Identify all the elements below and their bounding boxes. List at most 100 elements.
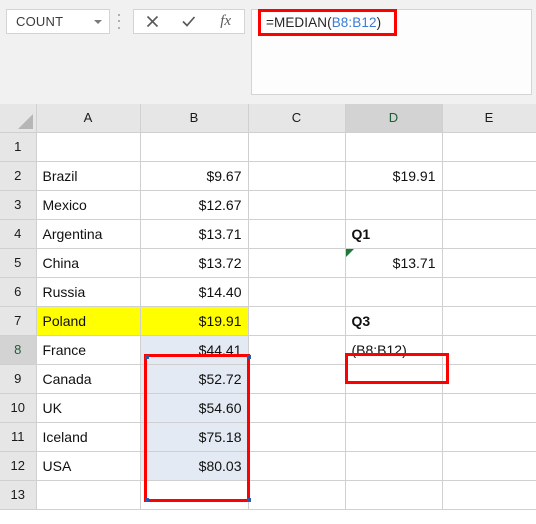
name-box[interactable]: COUNT <box>6 9 110 34</box>
select-all-button[interactable] <box>0 104 37 133</box>
cell-b9[interactable]: $52.72 <box>140 364 249 394</box>
cell-d13[interactable] <box>345 480 443 510</box>
cell-a4[interactable]: Argentina <box>36 219 141 249</box>
cell-a12[interactable]: USA <box>36 451 141 481</box>
cell-d5[interactable]: $13.71 <box>345 248 443 278</box>
cell-b4-text: $13.71 <box>198 225 242 242</box>
cell-b5[interactable]: $13.72 <box>140 248 249 278</box>
cell-b4[interactable]: $13.71 <box>140 219 249 249</box>
cell-b11[interactable]: $75.18 <box>140 422 249 452</box>
cell-a5[interactable]: China <box>36 248 141 278</box>
cell-e13[interactable] <box>442 480 536 510</box>
row-header-2[interactable]: 2 <box>0 161 37 191</box>
cell-b13[interactable] <box>140 480 249 510</box>
cell-e12[interactable] <box>442 451 536 481</box>
cell-c10[interactable] <box>248 393 346 423</box>
cell-e3[interactable] <box>442 190 536 220</box>
row-header-13[interactable]: 13 <box>0 480 37 510</box>
row-header-3[interactable]: 3 <box>0 190 37 220</box>
cell-b1[interactable] <box>140 132 249 162</box>
cell-c13[interactable] <box>248 480 346 510</box>
cell-b2[interactable]: $9.67 <box>140 161 249 191</box>
row-header-1[interactable]: 1 <box>0 132 37 162</box>
cell-d9[interactable] <box>345 364 443 394</box>
row-header-11[interactable]: 11 <box>0 422 37 452</box>
cell-e4[interactable] <box>442 219 536 249</box>
cell-e7[interactable] <box>442 306 536 336</box>
cell-d8[interactable]: (B8:B12) <box>345 335 443 365</box>
cell-b7[interactable]: $19.91 <box>140 306 249 336</box>
cell-a3[interactable]: Mexico <box>36 190 141 220</box>
row-header-4[interactable]: 4 <box>0 219 37 249</box>
cell-b3[interactable]: $12.67 <box>140 190 249 220</box>
fx-insert-function-icon[interactable]: fx <box>211 10 241 33</box>
cell-d6[interactable] <box>345 277 443 307</box>
column-header-e[interactable]: E <box>442 104 536 133</box>
cell-a9[interactable]: Canada <box>36 364 141 394</box>
row-header-12[interactable]: 12 <box>0 451 37 481</box>
cell-c11[interactable] <box>248 422 346 452</box>
cell-c6[interactable] <box>248 277 346 307</box>
cell-c5[interactable] <box>248 248 346 278</box>
cell-a7[interactable]: Poland <box>36 306 141 336</box>
cell-e6[interactable] <box>442 277 536 307</box>
cell-d12[interactable] <box>345 451 443 481</box>
cell-a2[interactable]: Brazil <box>36 161 141 191</box>
cell-d10[interactable] <box>345 393 443 423</box>
column-header-d[interactable]: D <box>345 104 443 133</box>
cell-a11[interactable]: Iceland <box>36 422 141 452</box>
cell-d4[interactable]: Q1 <box>345 219 443 249</box>
cell-d7-text: Q3 <box>351 312 371 329</box>
table-row: 6 Russia $14.40 <box>0 277 536 307</box>
cell-c8[interactable] <box>248 335 346 365</box>
cell-e10[interactable] <box>442 393 536 423</box>
cell-d4-text: Q1 <box>351 225 371 242</box>
cell-c7[interactable] <box>248 306 346 336</box>
cell-e2[interactable] <box>442 161 536 191</box>
cell-c12[interactable] <box>248 451 346 481</box>
chevron-down-icon[interactable] <box>94 20 102 24</box>
row-header-10[interactable]: 10 <box>0 393 37 423</box>
cell-a10[interactable]: UK <box>36 393 141 423</box>
cell-a13[interactable] <box>36 480 141 510</box>
cell-b12[interactable]: $80.03 <box>140 451 249 481</box>
cell-e11[interactable] <box>442 422 536 452</box>
cell-d11[interactable] <box>345 422 443 452</box>
formula-bar-drag-handle[interactable] <box>117 12 120 31</box>
column-header-row: A B C D E <box>0 104 536 133</box>
column-header-b[interactable]: B <box>140 104 249 133</box>
cell-d2[interactable]: $19.91 <box>345 161 443 191</box>
cell-e9[interactable] <box>442 364 536 394</box>
cell-c4[interactable] <box>248 219 346 249</box>
cell-d3[interactable] <box>345 190 443 220</box>
cell-d7[interactable]: Q3 <box>345 306 443 336</box>
row-header-8[interactable]: 8 <box>0 335 37 365</box>
row-header-6[interactable]: 6 <box>0 277 37 307</box>
column-header-a[interactable]: A <box>36 104 141 133</box>
cell-e5[interactable] <box>442 248 536 278</box>
cell-c2[interactable] <box>248 161 346 191</box>
row-header-7[interactable]: 7 <box>0 306 37 336</box>
cell-a6[interactable]: Russia <box>36 277 141 307</box>
cell-d8-text: (B8:B12) <box>351 341 407 358</box>
name-box-value: COUNT <box>16 14 64 29</box>
cell-b10[interactable]: $54.60 <box>140 393 249 423</box>
cell-c3[interactable] <box>248 190 346 220</box>
cell-c9[interactable] <box>248 364 346 394</box>
cell-b8-text: $44.41 <box>198 341 242 358</box>
cell-d1[interactable] <box>345 132 443 162</box>
cell-e1[interactable] <box>442 132 536 162</box>
cell-a8[interactable]: France <box>36 335 141 365</box>
checkmark-confirm-icon[interactable] <box>174 10 204 33</box>
column-header-c[interactable]: C <box>248 104 346 133</box>
cell-b8[interactable]: $44.41 <box>140 335 249 365</box>
cell-a1[interactable] <box>36 132 141 162</box>
cell-c1[interactable] <box>248 132 346 162</box>
cell-e8[interactable] <box>442 335 536 365</box>
cell-a11-text: Iceland <box>42 428 88 445</box>
cell-b6[interactable]: $14.40 <box>140 277 249 307</box>
row-header-5[interactable]: 5 <box>0 248 37 278</box>
spreadsheet-grid[interactable]: A B C D E 1 2 Brazil $9.67 $19.91 3 Mexi… <box>0 104 536 524</box>
x-cancel-icon[interactable] <box>137 10 167 33</box>
row-header-9[interactable]: 9 <box>0 364 37 394</box>
